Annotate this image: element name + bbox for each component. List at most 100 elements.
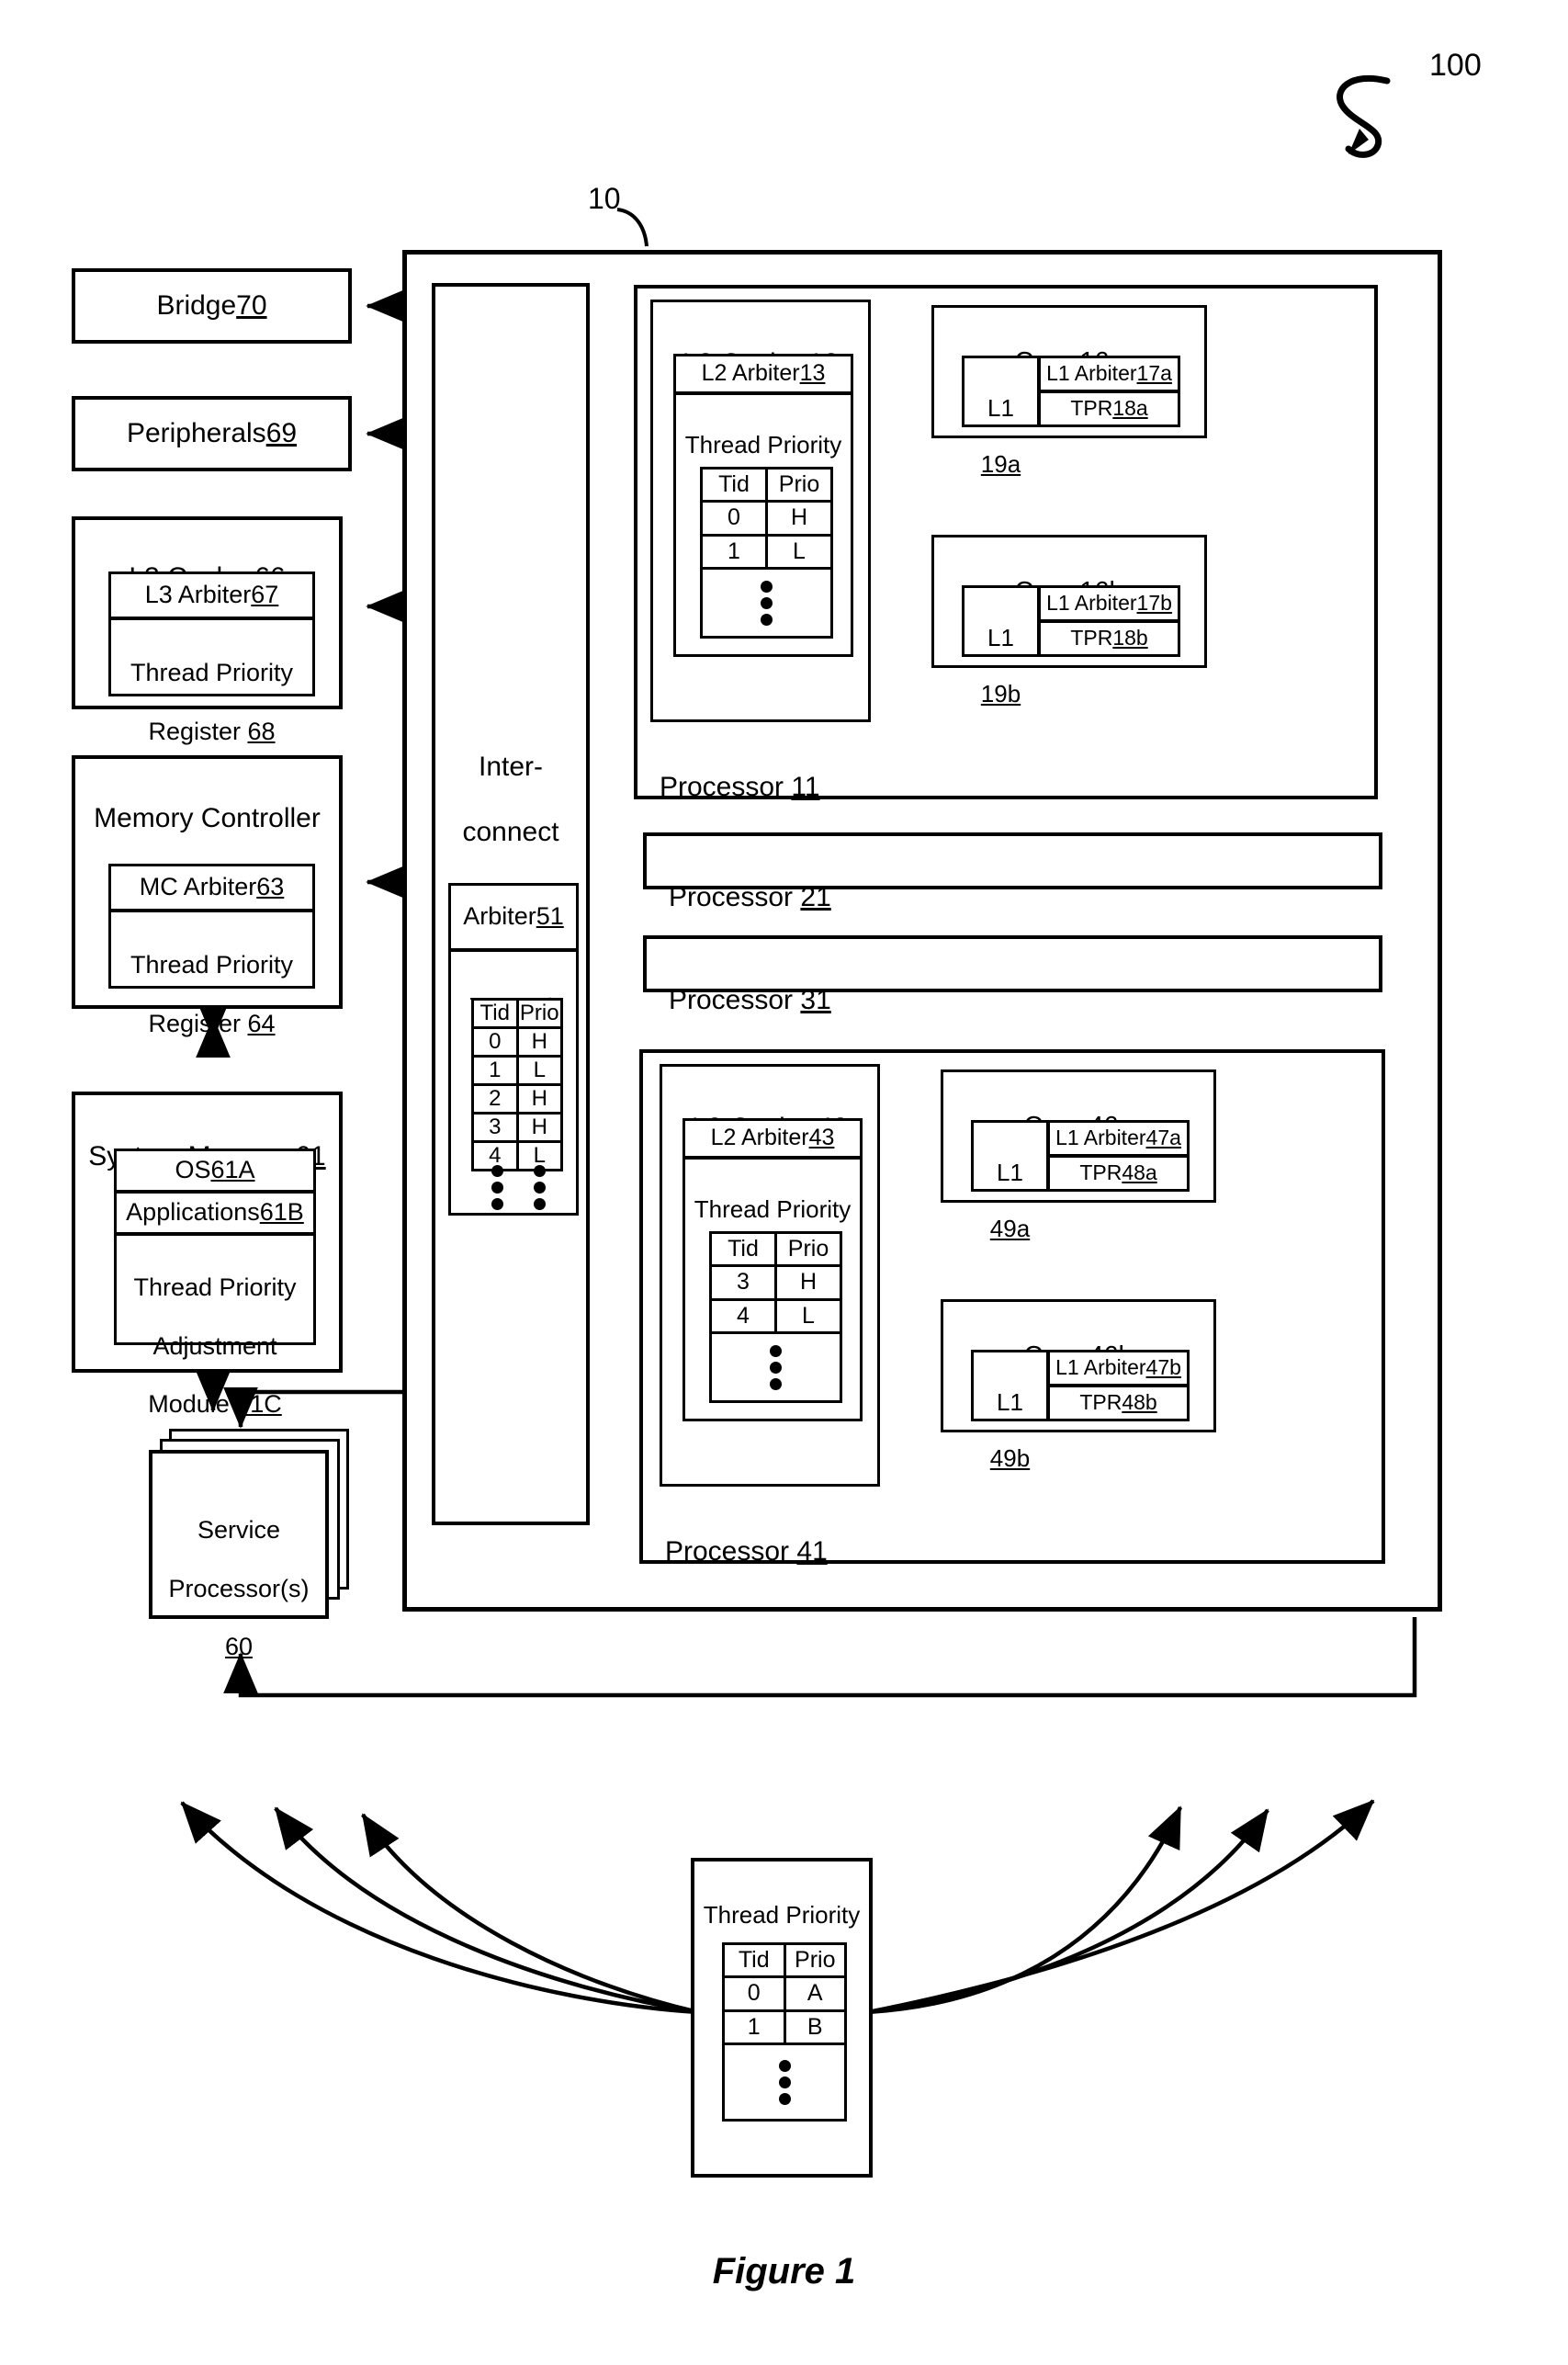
ellipsis-dot	[491, 1182, 503, 1194]
processor-21-label: Processor 21	[669, 882, 831, 913]
processor-31-block: Processor 31	[643, 935, 1382, 1015]
tpr14-r1-tid: 1	[700, 533, 768, 571]
peripherals-ref: 69	[265, 418, 298, 449]
core-16a-block: Core 16a L1 19a L1 Arbiter 17a TPR 18a	[931, 305, 1207, 478]
processor-21-block: Processor 21	[643, 832, 1382, 912]
service-processor-ref: 60	[224, 1633, 254, 1661]
interconnect-arbiter-label: Arbiter 51	[463, 902, 564, 931]
tpr52-r2-tid: 2	[471, 1083, 519, 1115]
core-46b-block: Core 46b L1 49b L1 Arbiter 47b TPR 48b	[941, 1299, 1216, 1472]
applications-label: Applications 61B	[126, 1198, 304, 1227]
l1-arbiter-17b-block: L1 Arbiter 17b	[1038, 585, 1180, 622]
l2-cache-42-block: L2 Cache 42 L2 Arbiter 43 Thread Priorit…	[660, 1064, 880, 1487]
interconnect-tpr-block: TPR 52 Tid Prio 0 H 1 L	[448, 949, 579, 1216]
os-block: OS 61A	[114, 1149, 316, 1193]
tpr14-r0-tid: 0	[700, 500, 768, 537]
os-ref: 61A	[210, 1156, 255, 1184]
system-memory-block: System Memory 61 OS 61A Applications 61B…	[72, 1092, 343, 1418]
tpr52-r3-tid: 3	[471, 1112, 519, 1143]
global-tpr-table: Tid Prio 0 A 1 B	[722, 1941, 847, 2046]
ellipsis-dot	[761, 596, 773, 609]
bridge-label: Bridge 70	[156, 290, 267, 322]
l1-arbiter-47b-block: L1 Arbiter 47b	[1047, 1350, 1190, 1386]
tpr14-ellipsis-cell	[700, 567, 833, 639]
core-16b-block: Core 16b L1 19b L1 Arbiter 17b TPR 18b	[931, 535, 1207, 707]
l2-tpr-44-block: Thread Priority Register 44 Tid Prio 3 H	[682, 1157, 863, 1421]
chip-ref-10: 10	[588, 182, 621, 215]
table-row: 0 H	[471, 1026, 563, 1058]
tpr-18a-block: TPR 18a	[1038, 390, 1180, 427]
processor-11-ref: 11	[791, 772, 820, 803]
service-processor-label: Service Processor(s) 60	[168, 1515, 310, 1661]
ellipsis-dot	[778, 2076, 791, 2088]
tpr52-r1-tid: 1	[471, 1055, 519, 1086]
peripherals-block: Peripherals 69	[72, 396, 352, 471]
os-label: OS 61A	[175, 1156, 255, 1184]
tpr-48b-ref: 48b	[1122, 1390, 1157, 1415]
tpr1-header-tid: Tid	[722, 1941, 786, 1979]
ellipsis-dot	[761, 613, 773, 626]
l1-49a-label: L1 49a	[989, 1158, 1031, 1243]
l2-arbiter-43-block: L2 Arbiter 43	[682, 1118, 863, 1159]
processor-11-label: Processor 11	[660, 772, 820, 803]
interconnect-block: Inter- connect 50 Arbiter 51 TPR 52 Tid …	[432, 283, 590, 1525]
tpr52-r3-prio: H	[515, 1112, 563, 1143]
bridge-block: Bridge 70	[72, 268, 352, 344]
figure-caption: Figure 1	[712, 2251, 856, 2291]
mc-arbiter-ref: 63	[256, 873, 285, 901]
processor-41-block: Processor 41 L2 Cache 42 L2 Arbiter 43 T…	[639, 1049, 1385, 1567]
processor-31-ref: 31	[800, 985, 831, 1016]
mc-tpr-ref: 64	[247, 1009, 276, 1037]
tpr1-ellipsis-cell	[722, 2042, 847, 2122]
l1-arbiter-17b-ref: 17b	[1136, 591, 1172, 616]
tpr52-ellipsis-prio	[519, 1165, 559, 1210]
mc-arbiter-block: MC Arbiter 63	[108, 864, 315, 911]
tpr1-r1-prio: B	[783, 2009, 847, 2046]
tpr1-header-prio: Prio	[783, 1941, 847, 1979]
tpr1-r0-tid: 0	[722, 1975, 786, 2012]
tpr52-header-prio: Prio	[515, 998, 563, 1029]
l1-49b-ref: 49b	[989, 1444, 1031, 1473]
tpa-module-ref: 61C	[236, 1390, 282, 1419]
tpr52-ellipsis-tid	[477, 1165, 517, 1210]
tpr44-r0-prio: H	[774, 1264, 842, 1301]
tpr14-r0-prio: H	[765, 500, 833, 537]
service-processor-block: Service Processor(s) 60	[149, 1450, 329, 1660]
memory-controller-block: Memory Controller 62 MC Arbiter 63 Threa…	[72, 755, 343, 1037]
tpr44-r1-prio: L	[774, 1297, 842, 1335]
applications-block: Applications 61B	[114, 1191, 316, 1235]
system-ref-100: 100	[1429, 48, 1482, 83]
l2-arbiter-43-ref: 43	[808, 1125, 835, 1151]
l1-19a-block: L1 19a	[962, 356, 1040, 478]
tpr-48b-label: TPR 48b	[1079, 1390, 1157, 1415]
ellipsis-dot	[533, 1182, 546, 1194]
ellipsis-dot	[761, 580, 773, 593]
l1-19b-block: L1 19b	[962, 585, 1040, 707]
tpr52-r2-prio: H	[515, 1083, 563, 1115]
processor-31-label: Processor 31	[669, 985, 831, 1016]
tpr-48b-block: TPR 48b	[1047, 1385, 1190, 1421]
l2-arbiter-13-block: L2 Arbiter 13	[673, 354, 853, 394]
table-row: 1 B	[722, 2009, 847, 2046]
l2-tpr-14-table: Tid Prio 0 H 1 L	[700, 466, 833, 571]
tpa-module-block: Thread Priority Adjustment Module 61C	[114, 1233, 316, 1418]
ellipsis-dot	[533, 1165, 546, 1177]
interconnect-tpr-table: Tid Prio 0 H 1 L 2 H 3 H 4 L	[471, 998, 563, 1171]
l3-arbiter-label: L3 Arbiter 67	[144, 581, 279, 609]
patent-figure-page: 100 10 Bridge 70 Peripherals 69 L3 Cache…	[0, 0, 1568, 2365]
l2-arbiter-13-ref: 13	[799, 360, 826, 387]
mc-arbiter-label: MC Arbiter 63	[139, 873, 285, 901]
l1-arbiter-17a-label: L1 Arbiter 17a	[1046, 361, 1172, 386]
table-row: 3 H	[709, 1264, 842, 1301]
l1-49b-block: L1 49b	[971, 1350, 1049, 1472]
tpr44-r0-tid: 3	[709, 1264, 777, 1301]
tpa-module-label: Thread Priority Adjustment Module 61C	[133, 1273, 297, 1419]
tpr-48a-label: TPR 48a	[1079, 1160, 1157, 1185]
ellipsis-dot	[770, 1377, 782, 1390]
peripherals-label: Peripherals 69	[126, 418, 298, 449]
processor-41-label: Processor 41	[665, 1536, 828, 1567]
l3-tpr-ref: 68	[247, 717, 276, 745]
tpr14-header-tid: Tid	[700, 466, 768, 504]
processor-21-ref: 21	[800, 882, 831, 913]
tpr-18b-ref: 18b	[1112, 626, 1148, 651]
